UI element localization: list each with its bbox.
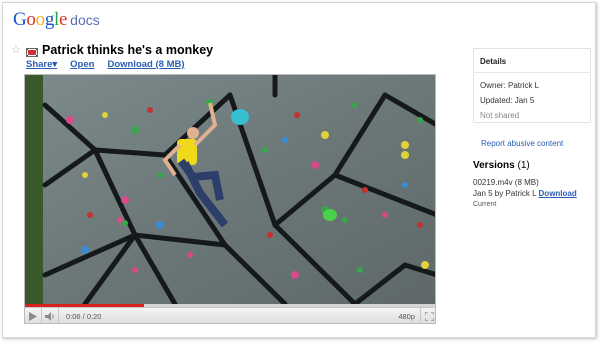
updated-text: Updated: Jan 5	[480, 96, 535, 105]
time-display: 0:06 / 0:20	[66, 312, 102, 321]
versions-count: (1)	[517, 160, 530, 171]
video-file-icon	[26, 45, 38, 57]
download-link[interactable]: Download (8 MB)	[107, 59, 184, 70]
document-title: Patrick thinks he's a monkey	[42, 43, 214, 57]
versions-title: Versions	[473, 160, 515, 171]
details-panel: Details Owner: Patrick L Updated: Jan 5 …	[473, 48, 591, 123]
sharing-status: Not shared	[480, 111, 520, 120]
quality-selector[interactable]: 480p	[398, 312, 415, 321]
document-actions: Share▾ Open Download (8 MB)	[26, 59, 185, 70]
version-item: 00219.m4v (8 MB) Jan 5 by Patrick L Down…	[473, 177, 598, 210]
star-icon[interactable]: ☆	[11, 44, 22, 56]
version-status: Current	[473, 201, 497, 208]
product-name: docs	[70, 12, 100, 28]
version-download-link[interactable]: Download	[539, 189, 577, 198]
volume-icon	[45, 312, 54, 321]
owner-text: Owner: Patrick L	[480, 81, 540, 90]
video-player[interactable]: 0:06 / 0:20 480p	[24, 74, 436, 324]
play-icon	[29, 312, 37, 321]
versions-panel: Versions (1) 00219.m4v (8 MB) Jan 5 by P…	[473, 160, 598, 210]
version-date: Jan 5 by Patrick L	[473, 189, 537, 198]
share-link[interactable]: Share▾	[26, 59, 57, 70]
version-filename: 00219.m4v (8 MB)	[473, 178, 539, 187]
window-frame: Google docs ☆ Patrick thinks he's a monke…	[2, 2, 596, 338]
player-controls: 0:06 / 0:20 480p	[25, 307, 435, 323]
details-header: Details	[474, 49, 590, 73]
report-abuse-link[interactable]: Report abusive content	[481, 139, 563, 148]
fullscreen-button[interactable]	[420, 308, 435, 323]
versions-heading: Versions (1)	[473, 160, 598, 171]
google-docs-logo[interactable]: Google docs	[13, 9, 100, 31]
video-frame[interactable]	[25, 75, 436, 304]
play-button[interactable]	[25, 308, 42, 323]
title-row: ☆ Patrick thinks he's a monkey	[11, 43, 213, 57]
open-link[interactable]: Open	[70, 59, 94, 70]
fullscreen-icon	[424, 312, 434, 321]
volume-button[interactable]	[42, 308, 59, 323]
